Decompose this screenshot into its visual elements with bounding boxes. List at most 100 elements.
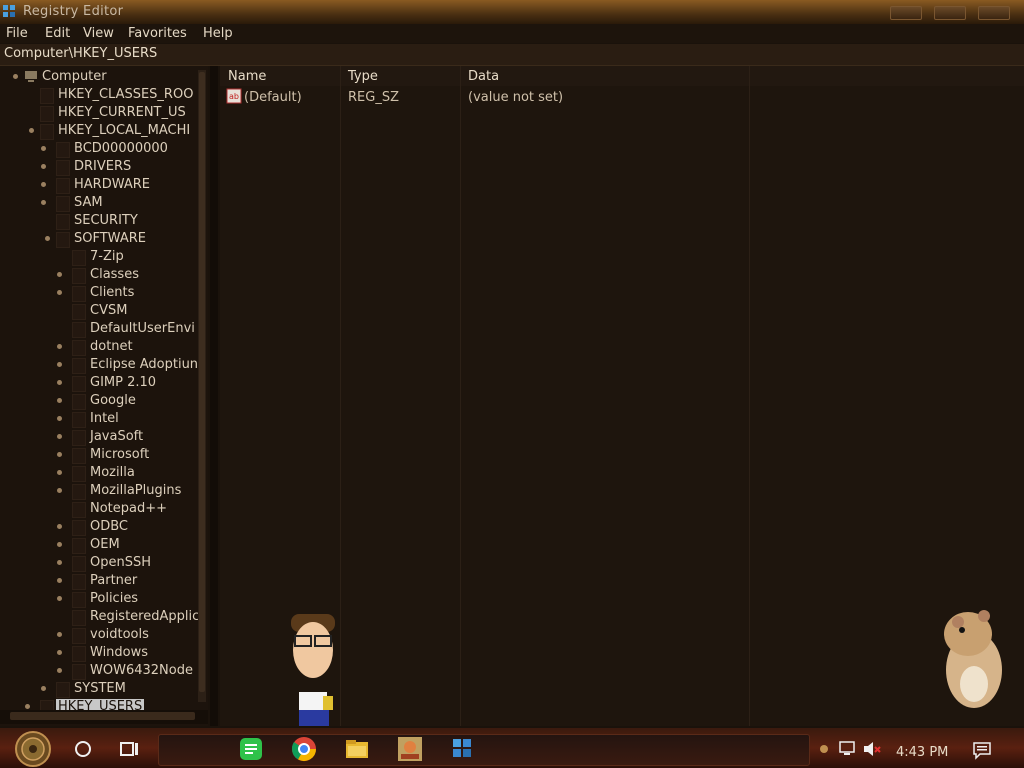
folder-icon [72, 538, 86, 554]
notification-center-icon[interactable] [972, 740, 992, 760]
tree-item[interactable]: ODBC [0, 518, 200, 536]
taskbar-clock[interactable]: 4:43 PM [896, 745, 948, 760]
tree-item[interactable]: Windows [0, 644, 200, 662]
tree-item[interactable]: OEM [0, 536, 200, 554]
expand-icon[interactable] [57, 344, 62, 349]
menu-help[interactable]: Help [203, 26, 233, 41]
expand-icon[interactable] [57, 542, 62, 547]
expand-icon[interactable] [41, 686, 46, 691]
key-tree[interactable]: Computer HKEY_CLASSES_ROO HKEY_CURRENT_U… [0, 66, 208, 726]
expand-icon[interactable] [29, 128, 34, 133]
expand-icon[interactable] [41, 146, 46, 151]
file-explorer-icon[interactable] [344, 736, 370, 762]
search-icon[interactable] [72, 738, 94, 760]
tree-item[interactable]: HKEY_LOCAL_MACHI [0, 122, 200, 140]
folder-icon [56, 214, 70, 230]
tree-item[interactable]: BCD00000000 [0, 140, 200, 158]
tree-item[interactable]: HARDWARE [0, 176, 200, 194]
tree-item[interactable]: Intel [0, 410, 200, 428]
network-icon[interactable] [838, 740, 858, 758]
menu-favorites[interactable]: Favorites [128, 26, 187, 41]
tree-item-computer[interactable]: Computer [0, 68, 200, 86]
expand-icon[interactable] [41, 200, 46, 205]
tree-item[interactable]: Mozilla [0, 464, 200, 482]
tree-label: SAM [74, 195, 103, 210]
tree-item[interactable]: OpenSSH [0, 554, 200, 572]
expand-icon[interactable] [57, 416, 62, 421]
cartoon-character-sticker [291, 614, 335, 726]
task-view-icon[interactable] [118, 738, 142, 760]
column-header-data[interactable]: Data [460, 66, 750, 86]
expand-icon[interactable] [45, 236, 50, 241]
tree-label: HKEY_CURRENT_US [58, 105, 186, 120]
tree-item[interactable]: HKEY_CURRENT_US [0, 104, 200, 122]
tree-item[interactable]: JavaSoft [0, 428, 200, 446]
tree-item[interactable]: Microsoft [0, 446, 200, 464]
tree-label: HKEY_LOCAL_MACHI [58, 123, 191, 138]
registry-editor-icon[interactable] [450, 736, 476, 762]
tree-item[interactable]: voidtools [0, 626, 200, 644]
maximize-button[interactable] [934, 6, 966, 20]
minimize-button[interactable] [890, 6, 922, 20]
expand-icon[interactable] [57, 578, 62, 583]
start-button[interactable] [10, 730, 56, 768]
column-header-name[interactable]: Name [220, 66, 340, 86]
tree-item[interactable]: Notepad++ [0, 500, 200, 518]
expand-icon[interactable] [57, 488, 62, 493]
tree-item[interactable]: Classes [0, 266, 200, 284]
expand-icon[interactable] [57, 272, 62, 277]
expand-icon[interactable] [57, 632, 62, 637]
expand-icon[interactable] [57, 650, 62, 655]
tree-item[interactable]: Clients [0, 284, 200, 302]
tree-item[interactable]: MozillaPlugins [0, 482, 200, 500]
close-button[interactable] [978, 6, 1010, 20]
tree-item[interactable]: SECURITY [0, 212, 200, 230]
game-app-icon[interactable] [397, 736, 423, 762]
menu-edit[interactable]: Edit [45, 26, 70, 41]
address-path[interactable]: Computer\HKEY_USERS [4, 46, 157, 61]
tree-item[interactable]: RegisteredApplic [0, 608, 200, 626]
expand-icon[interactable] [41, 182, 46, 187]
tree-item[interactable]: CVSM [0, 302, 200, 320]
expand-icon[interactable] [13, 74, 18, 79]
expand-icon[interactable] [57, 380, 62, 385]
notes-app-icon[interactable] [238, 736, 264, 762]
expand-icon[interactable] [57, 362, 62, 367]
expand-icon[interactable] [25, 704, 30, 709]
tree-item[interactable]: Policies [0, 590, 200, 608]
expand-icon[interactable] [57, 452, 62, 457]
expand-icon[interactable] [57, 668, 62, 673]
show-hidden-icons-icon[interactable] [818, 742, 830, 756]
folder-icon [72, 502, 86, 518]
expand-icon[interactable] [57, 596, 62, 601]
tree-item[interactable]: Partner [0, 572, 200, 590]
expand-icon[interactable] [57, 434, 62, 439]
expand-icon[interactable] [57, 398, 62, 403]
tree-item[interactable]: 7-Zip [0, 248, 200, 266]
address-bar[interactable]: Computer\HKEY_USERS [0, 44, 1024, 66]
pane-splitter[interactable] [210, 66, 218, 726]
column-header-type[interactable]: Type [340, 66, 460, 86]
expand-icon[interactable] [41, 164, 46, 169]
tree-item[interactable]: dotnet [0, 338, 200, 356]
tree-item[interactable]: HKEY_CLASSES_ROO [0, 86, 200, 104]
tree-item[interactable]: Eclipse Adoptiun [0, 356, 200, 374]
expand-icon[interactable] [57, 470, 62, 475]
menu-file[interactable]: File [6, 26, 28, 41]
expand-icon[interactable] [57, 560, 62, 565]
expand-icon[interactable] [57, 290, 62, 295]
tree-item[interactable]: SYSTEM [0, 680, 200, 698]
tree-item[interactable]: Google [0, 392, 200, 410]
tree-item[interactable]: SAM [0, 194, 200, 212]
chrome-icon[interactable] [291, 736, 317, 762]
tree-item[interactable]: SOFTWARE [0, 230, 200, 248]
tree-scroll-thumb[interactable] [199, 72, 205, 692]
expand-icon[interactable] [57, 524, 62, 529]
tree-item[interactable]: GIMP 2.10 [0, 374, 200, 392]
tree-item[interactable]: DRIVERS [0, 158, 200, 176]
menu-view[interactable]: View [83, 26, 114, 41]
tree-hscroll-thumb[interactable] [10, 712, 195, 720]
tree-item[interactable]: DefaultUserEnvi [0, 320, 200, 338]
volume-muted-icon[interactable] [862, 740, 882, 758]
tree-item[interactable]: WOW6432Node [0, 662, 200, 680]
